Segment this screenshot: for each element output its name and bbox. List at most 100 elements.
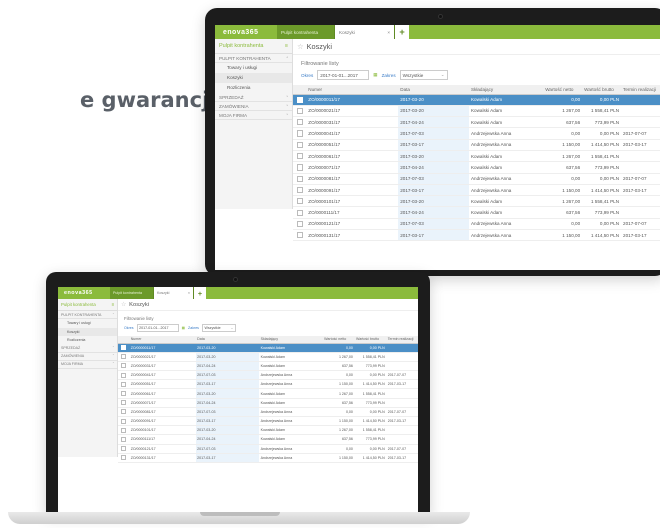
row-checkbox[interactable]: [121, 363, 127, 369]
column-header[interactable]: Termin realizacji: [386, 336, 418, 344]
table-row[interactable]: ZO/0000021/17 2017-03-20 Kowalski Adam 1 26…: [293, 105, 660, 118]
column-header[interactable]: Numer: [129, 336, 196, 344]
okres-input[interactable]: 2017-01-01...2017: [317, 70, 370, 80]
row-checkbox[interactable]: [121, 436, 127, 442]
close-icon[interactable]: ×: [387, 30, 390, 35]
row-checkbox[interactable]: [296, 175, 303, 182]
section-zamowienia[interactable]: ZAMÓWIENIA ˇ: [58, 353, 117, 361]
column-header[interactable]: Składający: [468, 85, 544, 95]
tab-pulpit-kontrahenta[interactable]: Pulpit kontrahenta: [277, 25, 335, 39]
row-checkbox[interactable]: [296, 153, 303, 160]
table-row[interactable]: ZO/0000041/17 2017-07-03 Andrzejewska Anna…: [293, 127, 660, 140]
tab-pulpit-kontrahenta[interactable]: Pulpit kontrahenta: [110, 287, 154, 299]
sidebar-item-towary[interactable]: Towary i usługi: [215, 63, 292, 73]
column-header[interactable]: Składający: [259, 336, 323, 344]
table-cell: 1 558,41 PLN: [354, 388, 387, 399]
table-row[interactable]: ZO/0000121/17 2017-07-03 Andrzejewska Anna…: [118, 444, 418, 454]
table-row[interactable]: ZO/0000101/17 2017-03-20 Kowalski Adam 1 26…: [293, 195, 660, 208]
star-icon[interactable]: ☆: [297, 42, 304, 51]
table-row[interactable]: ZO/0000121/17 2017-07-03 Andrzejewska Anna…: [293, 218, 660, 231]
sidebar-item-koszyki[interactable]: Koszyki: [58, 327, 117, 336]
zakres-select[interactable]: Wszystkie ⌄: [399, 70, 448, 80]
column-header[interactable]: Wartość brutto: [582, 85, 622, 95]
table-row[interactable]: ZO/0000051/17 2017-03-17 Andrzejewska Anna…: [293, 139, 660, 151]
row-checkbox[interactable]: [121, 372, 127, 378]
row-checkbox[interactable]: [296, 96, 303, 103]
section-zamowienia[interactable]: ZAMÓWIENIA ˇ: [215, 102, 292, 111]
section-sprzedaz[interactable]: SPRZEDAŻ ˇ: [58, 345, 117, 353]
table-row[interactable]: ZO/0000111/17 2017-04-24 Kowalski Adam 637,…: [118, 434, 418, 445]
table-row[interactable]: ZO/0000051/17 2017-03-17 Andrzejewska Anna…: [118, 379, 418, 390]
table-cell: Kowalski Adam: [468, 94, 544, 106]
table-cell: [621, 150, 660, 163]
table-row[interactable]: ZO/0000131/17 2017-03-17 Andrzejewska Anna…: [118, 453, 418, 463]
row-checkbox[interactable]: [121, 400, 127, 406]
zakres-select[interactable]: Wszystkie ⌄: [201, 324, 236, 332]
table-row[interactable]: ZO/0000061/17 2017-03-20 Kowalski Adam 1 26…: [293, 150, 660, 163]
table-row[interactable]: ZO/0000061/17 2017-03-20 Kowalski Adam 1 26…: [118, 388, 418, 399]
sidebar-item-rozliczenia[interactable]: Rozliczenia: [215, 83, 292, 93]
table-row[interactable]: ZO/0000081/17 2017-07-03 Andrzejewska Anna…: [293, 173, 660, 185]
close-icon[interactable]: ×: [188, 291, 190, 295]
table-row[interactable]: ZO/0000101/17 2017-03-20 Kowalski Adam 1 26…: [118, 425, 418, 436]
tab-koszyki[interactable]: Koszyki ×: [335, 25, 395, 39]
star-icon[interactable]: ☆: [121, 302, 126, 308]
row-checkbox[interactable]: [296, 186, 303, 194]
table-row[interactable]: ZO/0000131/17 2017-03-17 Andrzejewska Anna…: [293, 229, 660, 242]
table-cell: 2017-04-24: [398, 116, 469, 129]
table-row[interactable]: ZO/0000031/17 2017-04-24 Kowalski Adam 637,…: [293, 116, 660, 129]
add-tab-button[interactable]: +: [194, 287, 206, 299]
table-row[interactable]: ZO/0000041/17 2017-07-03 Andrzejewska Anna…: [118, 370, 418, 381]
column-header[interactable]: Data: [195, 336, 260, 344]
row-checkbox[interactable]: [121, 446, 127, 452]
section-sprzedaz[interactable]: SPRZEDAŻ ˇ: [215, 93, 292, 102]
table-row[interactable]: ZO/0000071/17 2017-04-24 Kowalski Adam 637,…: [293, 161, 660, 174]
column-header[interactable]: Wartość netto: [322, 336, 355, 344]
row-checkbox[interactable]: [296, 119, 303, 126]
calendar-icon[interactable]: ▦: [373, 72, 377, 78]
table-row[interactable]: ZO/0000091/17 2017-03-17 Andrzejewska Anna…: [118, 416, 418, 427]
row-checkbox[interactable]: [121, 418, 127, 424]
table-row[interactable]: ZO/0000031/17 2017-04-24 Kowalski Adam 637,…: [118, 361, 418, 372]
filter-icon[interactable]: ≡: [285, 43, 288, 49]
section-pulpit-kontrahenta[interactable]: PULPIT KONTRAHENTA ˆ: [215, 54, 292, 63]
row-checkbox[interactable]: [296, 107, 303, 115]
row-checkbox[interactable]: [296, 220, 303, 228]
table-row[interactable]: ZO/0000011/17 2017-03-20 Kowalski Adam 0,00…: [293, 94, 660, 106]
tab-koszyki[interactable]: Koszyki ×: [154, 287, 194, 299]
row-checkbox[interactable]: [121, 455, 127, 461]
sidebar-item-koszyki[interactable]: Koszyki: [215, 73, 292, 83]
sidebar-item-towary[interactable]: Towary i usługi: [58, 319, 117, 328]
section-moja-firma[interactable]: MOJA FIRMA ˇ: [58, 361, 117, 369]
column-header[interactable]: Numer: [306, 85, 399, 95]
row-checkbox[interactable]: [121, 427, 127, 433]
table-row[interactable]: ZO/0000081/17 2017-07-03 Andrzejewska Anna…: [118, 407, 418, 418]
table-row[interactable]: ZO/0000021/17 2017-03-20 Kowalski Adam 1 26…: [118, 352, 418, 362]
column-header[interactable]: Wartość netto: [543, 85, 583, 95]
sidebar-item-rozliczenia[interactable]: Rozliczenia: [58, 336, 117, 345]
row-checkbox[interactable]: [121, 354, 127, 360]
row-checkbox[interactable]: [296, 198, 303, 205]
section-moja-firma[interactable]: MOJA FIRMA ˇ: [215, 111, 292, 120]
row-checkbox[interactable]: [296, 130, 303, 137]
row-checkbox[interactable]: [296, 164, 303, 171]
table-row[interactable]: ZO/0000111/17 2017-04-24 Kowalski Adam 637,…: [293, 206, 660, 219]
calendar-icon[interactable]: ▦: [182, 326, 185, 330]
row-checkbox[interactable]: [296, 141, 303, 148]
table-row[interactable]: ZO/0000071/17 2017-04-24 Kowalski Adam 637,…: [118, 398, 418, 408]
row-checkbox[interactable]: [121, 391, 127, 397]
column-header[interactable]: Termin realizacji: [621, 85, 660, 95]
column-header[interactable]: Data: [398, 85, 469, 95]
okres-input[interactable]: 2017-01-01...2017: [136, 324, 179, 332]
table-row[interactable]: ZO/0000011/17 2017-03-20 Kowalski Adam 0,00…: [118, 343, 418, 353]
row-checkbox[interactable]: [296, 209, 303, 216]
section-pulpit-kontrahenta[interactable]: PULPIT KONTRAHENTA ˆ: [58, 311, 117, 319]
table-row[interactable]: ZO/0000091/17 2017-03-17 Andrzejewska Anna…: [293, 184, 660, 197]
row-checkbox[interactable]: [296, 232, 303, 239]
column-header[interactable]: Wartość brutto: [354, 336, 387, 344]
filter-icon[interactable]: ≡: [111, 302, 114, 307]
add-tab-button[interactable]: +: [395, 25, 409, 39]
row-checkbox[interactable]: [121, 409, 127, 415]
row-checkbox[interactable]: [121, 345, 127, 351]
row-checkbox[interactable]: [121, 381, 127, 387]
